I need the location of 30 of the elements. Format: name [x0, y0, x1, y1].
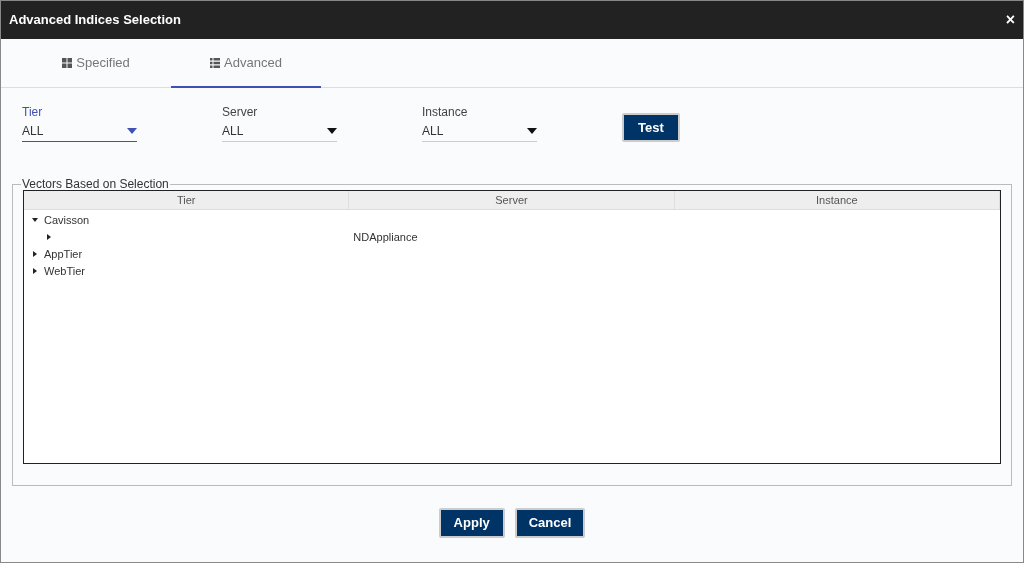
tab[interactable]: Advanced	[171, 39, 321, 88]
column-header: Server	[349, 191, 675, 209]
collapsed-caret-icon	[32, 267, 38, 274]
tree-node-label[interactable]: Cavisson	[44, 212, 90, 229]
expanded-caret-icon	[32, 216, 38, 223]
dropdown[interactable]: ALL	[22, 120, 137, 142]
caret-icon	[327, 127, 337, 134]
field-label: Instance	[422, 104, 469, 120]
dropdown[interactable]: ALL	[222, 120, 337, 142]
field-label: Tier	[22, 104, 44, 120]
apply-button[interactable]: Apply	[438, 508, 505, 538]
group-title: Vectors Based on Selection	[21, 178, 170, 190]
window-title: Advanced Indices Selection	[9, 11, 181, 30]
close-button[interactable]: ×	[1005, 12, 1015, 28]
collapsed-caret-icon	[46, 233, 52, 240]
caret-icon	[527, 127, 537, 134]
column-header: Instance	[674, 191, 1000, 209]
table-cell: NDAppliance	[353, 231, 418, 244]
collapsed-caret-icon	[32, 250, 38, 257]
caret-icon	[127, 127, 137, 134]
column-header: Tier	[24, 191, 350, 209]
grid-icon	[62, 57, 73, 68]
test-button[interactable]: Test	[622, 113, 680, 142]
list-icon	[210, 57, 221, 68]
dropdown[interactable]: ALL	[422, 120, 537, 142]
cancel-button[interactable]: Cancel	[514, 508, 586, 538]
tree-node-label[interactable]: AppTier	[44, 246, 83, 263]
tab[interactable]: Specified	[21, 39, 171, 88]
field-label: Server	[222, 104, 259, 120]
tree-node-label[interactable]: WebTier	[44, 263, 85, 280]
